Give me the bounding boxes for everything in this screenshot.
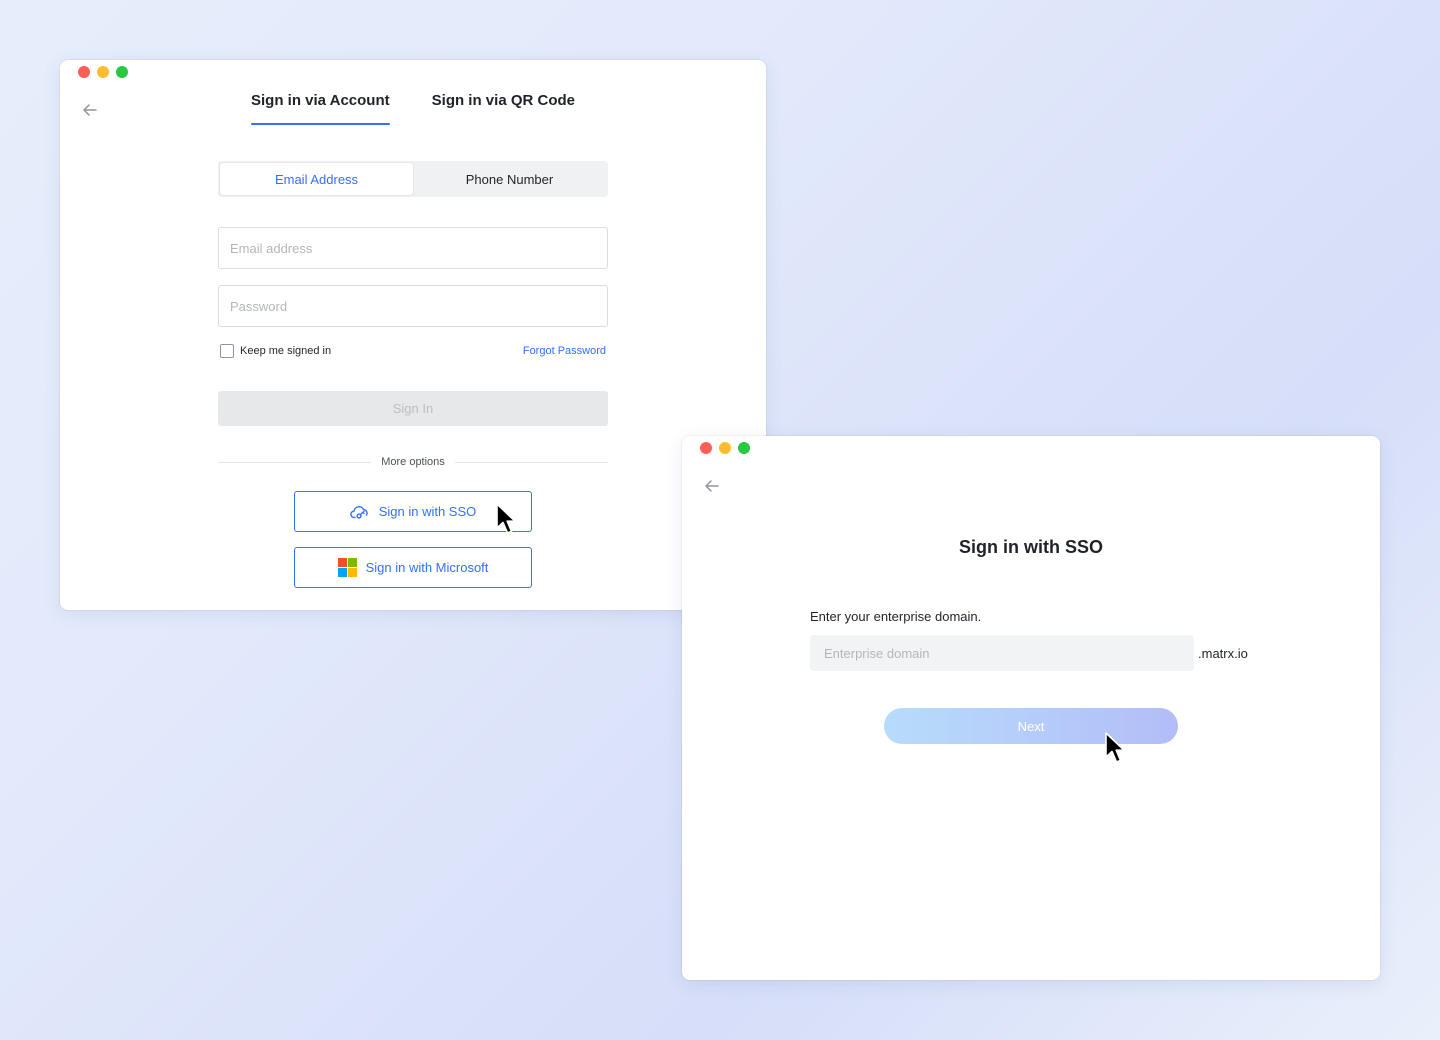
instruction-text: Enter your enterprise domain. <box>810 609 982 624</box>
signin-method-tabs: Sign in via Account Sign in via QR Code <box>60 92 766 125</box>
sso-window: Sign in with SSO Enter your enterprise d… <box>682 436 1380 980</box>
sso-button-label: Sign in with SSO <box>378 504 477 519</box>
email-field[interactable] <box>218 227 608 269</box>
more-options-divider: More options <box>218 455 608 469</box>
domain-suffix: .matrx.io <box>1198 646 1248 661</box>
password-field[interactable] <box>218 285 608 327</box>
maximize-window-button[interactable] <box>116 66 128 78</box>
next-button[interactable]: Next <box>884 708 1178 744</box>
mouse-cursor-icon <box>496 503 516 534</box>
divider-line <box>218 461 372 463</box>
identifier-type-switch: Email Address Phone Number <box>218 161 608 197</box>
keep-signed-in-checkbox[interactable] <box>220 344 234 358</box>
minimize-window-button[interactable] <box>97 66 109 78</box>
tab-sign-in-via-qr-code[interactable]: Sign in via QR Code <box>430 92 577 125</box>
minimize-window-button[interactable] <box>719 442 731 454</box>
sign-in-button[interactable]: Sign In <box>218 391 608 426</box>
keep-signed-in-group: Keep me signed in <box>220 344 331 358</box>
mouse-cursor-icon <box>1105 732 1125 763</box>
page-title: Sign in with SSO <box>959 537 1103 557</box>
cloud-key-icon <box>349 505 368 519</box>
more-options-label: More options <box>381 456 445 468</box>
microsoft-logo-icon <box>337 558 357 577</box>
keep-signed-in-label[interactable]: Keep me signed in <box>240 345 331 357</box>
close-window-button[interactable] <box>700 442 712 454</box>
arrow-left-icon[interactable] <box>702 476 722 496</box>
keep-signed-in-row: Keep me signed in Forgot Password <box>220 344 606 358</box>
segment-phone-number[interactable]: Phone Number <box>413 163 606 195</box>
window-controls <box>700 442 750 454</box>
microsoft-button-label: Sign in with Microsoft <box>365 560 489 575</box>
close-window-button[interactable] <box>78 66 90 78</box>
segment-email-address[interactable]: Email Address <box>220 163 413 195</box>
tab-sign-in-via-account[interactable]: Sign in via Account <box>249 92 392 125</box>
divider-line <box>454 461 608 463</box>
enterprise-domain-input[interactable] <box>810 635 1194 671</box>
window-controls <box>78 66 128 78</box>
signin-window: Sign in via Account Sign in via QR Code … <box>60 60 766 610</box>
sign-in-with-microsoft-button[interactable]: Sign in with Microsoft <box>294 547 532 588</box>
maximize-window-button[interactable] <box>738 442 750 454</box>
forgot-password-link[interactable]: Forgot Password <box>523 345 606 357</box>
